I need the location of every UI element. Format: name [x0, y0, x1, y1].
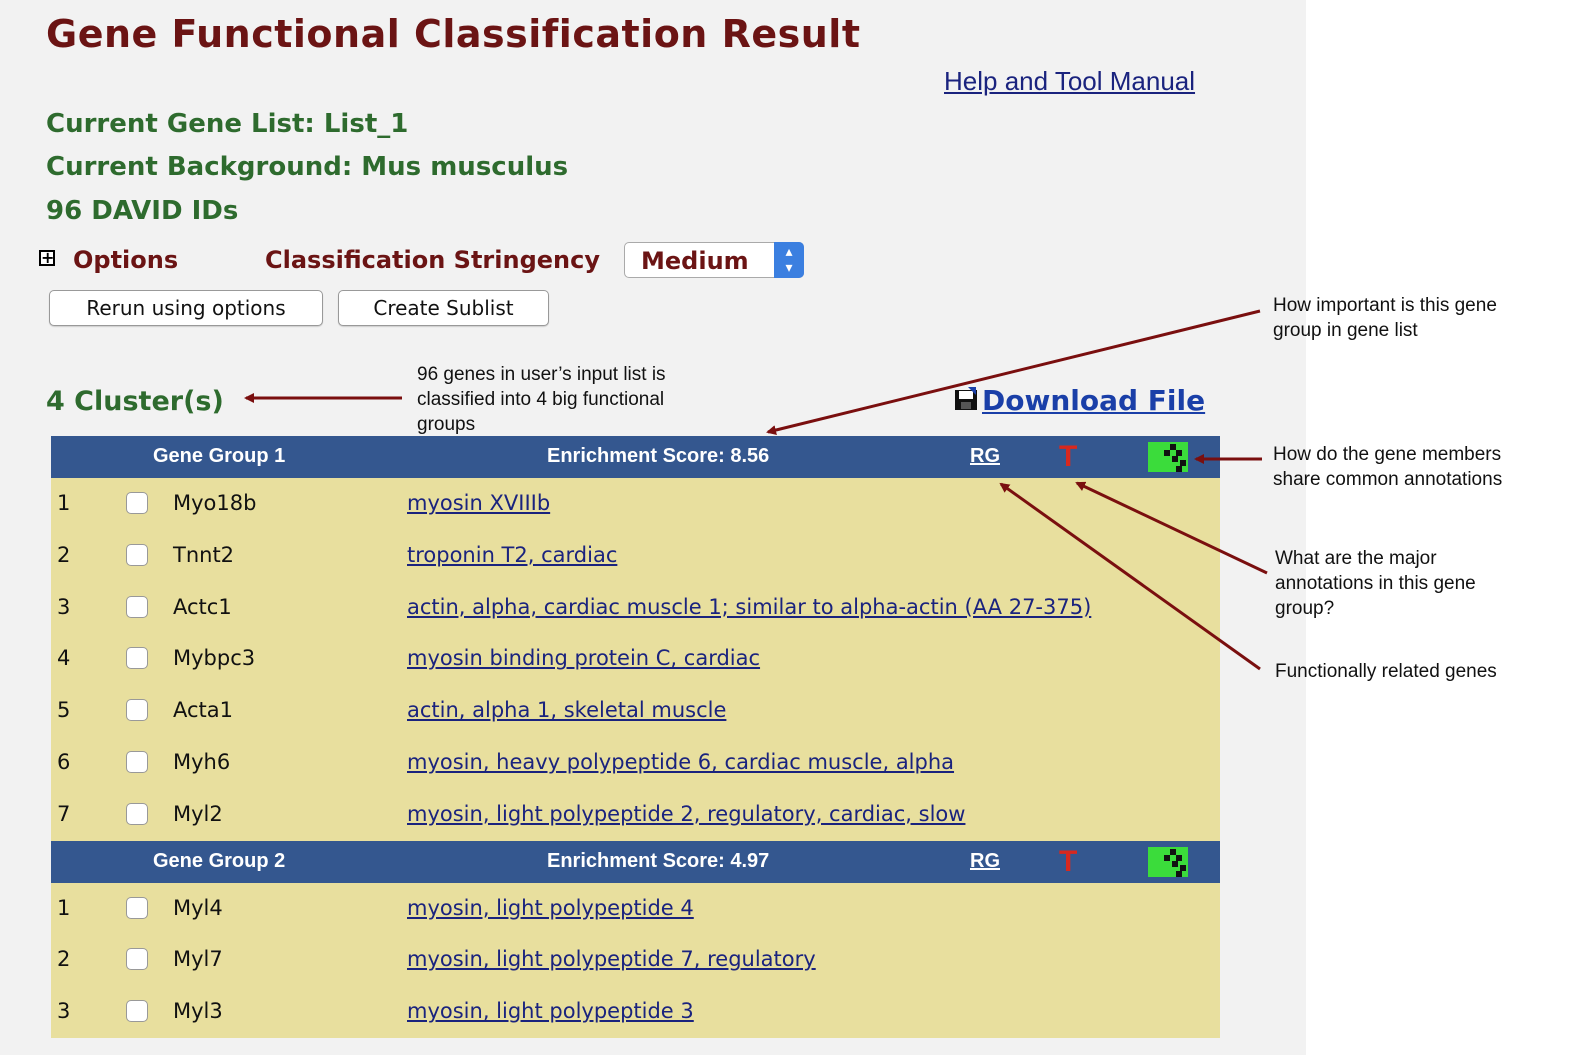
arrow-to-related-genes [999, 482, 1261, 671]
arrow-to-enrichment-score [766, 309, 1261, 435]
annotation-arrows [244, 309, 1268, 671]
